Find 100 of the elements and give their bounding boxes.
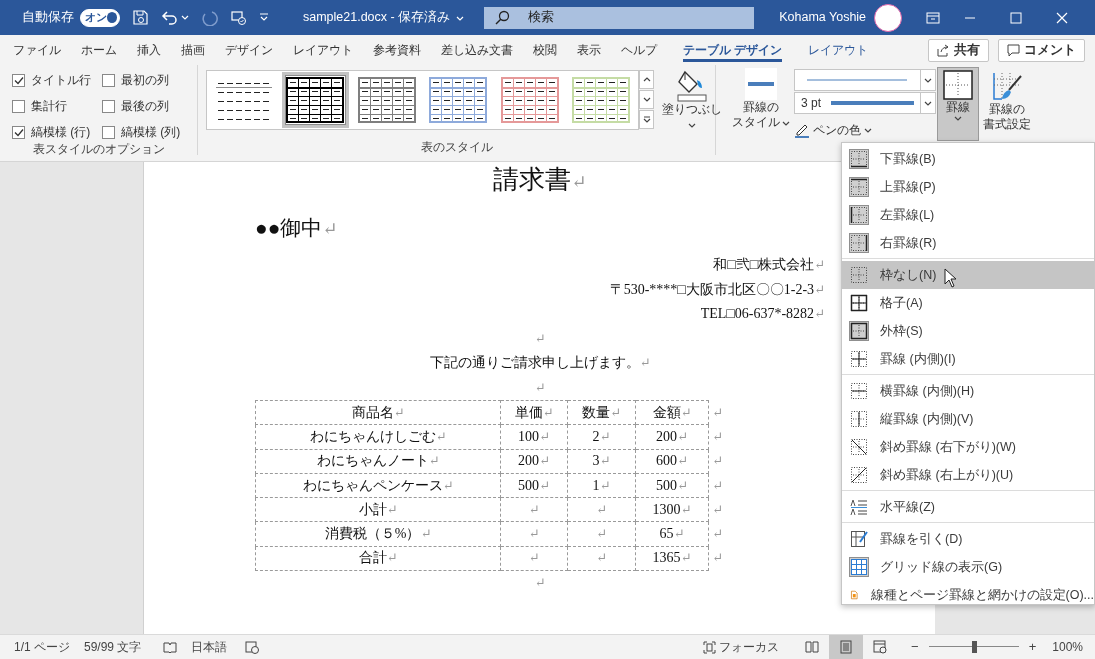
ribbon-tab[interactable]: ヘルプ — [611, 38, 667, 62]
ribbon-tab[interactable]: テーブル デザイン — [673, 38, 793, 62]
cell-end-mark: ↵ — [428, 453, 440, 469]
cell-text: 小計 — [358, 501, 387, 517]
checkbox[interactable] — [12, 99, 25, 113]
cell-text: 1 — [592, 477, 600, 493]
ribbon-display-options-icon[interactable] — [926, 11, 941, 24]
cell-text: わにちゃんけしごむ — [309, 428, 436, 444]
ribbon-tab[interactable]: デザイン — [215, 38, 283, 62]
ribbon-tab[interactable]: 描画 — [171, 38, 215, 62]
checkbox[interactable] — [102, 73, 115, 87]
cell-end-mark: ↵ — [599, 453, 611, 469]
menu-item[interactable]: 罫線 (内側)(I) — [842, 345, 1094, 373]
zoom-slider[interactable] — [928, 640, 1019, 654]
ribbon-tab[interactable]: ファイル — [3, 38, 71, 62]
menu-item[interactable]: 上罫線(P) — [842, 173, 1094, 201]
menu-item[interactable]: 左罫線(L) — [842, 201, 1094, 229]
paragraph-mark: ↵ — [571, 172, 587, 192]
menu-item[interactable]: 横罫線 (内側)(H) — [842, 377, 1094, 405]
checkbox[interactable] — [12, 125, 25, 139]
paragraph-mark: ↵ — [814, 257, 825, 272]
close-icon[interactable] — [1056, 11, 1069, 24]
menu-item[interactable]: 罫線を引く(D) — [842, 525, 1094, 553]
menu-item[interactable]: 格子(A) — [842, 289, 1094, 317]
paragraph-text: 下記の通りご請求申し上げます。 — [429, 355, 640, 370]
save-icon[interactable] — [132, 9, 149, 26]
pen-color-button[interactable]: ペンの色 — [794, 121, 936, 139]
menu-item[interactable]: グリッド線の表示(G) — [842, 553, 1094, 581]
proofing-icon[interactable] — [163, 640, 178, 654]
focus-button[interactable]: フォーカス — [699, 638, 784, 656]
zoom-out-button[interactable]: − — [907, 637, 923, 657]
zoom-percentage[interactable]: 100% — [1052, 638, 1083, 656]
menu-item[interactable]: 外枠(S) — [842, 317, 1094, 345]
line-weight-dropdown[interactable]: 3 pt — [794, 92, 936, 114]
checkbox[interactable] — [12, 73, 25, 87]
zoom-slider-thumb[interactable] — [971, 641, 977, 653]
check-icon — [13, 75, 24, 85]
cell-text: わにちゃんペンケース — [302, 477, 443, 493]
customize-menu-icon[interactable] — [259, 13, 269, 22]
menu-item[interactable]: 枠なし(N) — [842, 261, 1094, 289]
ribbon-tab[interactable]: レイアウト — [283, 38, 363, 62]
checkbox[interactable] — [102, 99, 115, 113]
undo-icon[interactable] — [161, 9, 178, 26]
menu-item[interactable]: 下罫線(B) — [842, 145, 1094, 173]
ribbon-tab[interactable]: 校閲 — [523, 38, 567, 62]
cell-text: 65 — [659, 526, 674, 542]
comment-button[interactable]: コメント — [998, 38, 1085, 62]
touch-mode-icon[interactable] — [230, 9, 247, 26]
document-title-button[interactable]: sample21.docx - 保存済み — [303, 8, 465, 27]
ribbon-tab[interactable]: レイアウト — [798, 38, 879, 62]
menu-item[interactable]: 右罫線(R) — [842, 229, 1094, 257]
caret-icon — [864, 127, 872, 133]
border-styles-button[interactable]: 罫線の スタイル — [728, 65, 794, 141]
cell-text: 商品名 — [351, 404, 394, 420]
scroll-down-icon[interactable] — [642, 96, 651, 103]
paragraph-mark: ↵ — [534, 575, 546, 591]
user-avatar[interactable] — [874, 3, 903, 32]
menu-item[interactable]: 縦罫線 (内側)(V) — [842, 405, 1094, 433]
ribbon-tab[interactable]: 差し込み文書 — [431, 38, 523, 62]
expand-gallery-icon[interactable] — [642, 116, 651, 123]
row-end-mark: ↵ — [712, 550, 723, 566]
scroll-up-icon[interactable] — [642, 76, 651, 83]
menu-item[interactable]: 線種とページ罫線と網かけの設定(O)... — [842, 581, 1094, 609]
page-indicator[interactable]: 1/1 ページ — [14, 638, 70, 656]
cell-text: 200 — [656, 428, 678, 444]
border-painter-button[interactable]: 罫線の 書式設定 — [979, 67, 1035, 141]
row-end-mark: ↵ — [712, 501, 723, 517]
share-button[interactable]: 共有 — [928, 38, 989, 62]
menu-item[interactable]: 斜め罫線 (右下がり)(W) — [842, 433, 1094, 461]
menu-item[interactable]: 水平線(Z) — [842, 493, 1094, 521]
ribbon-tab[interactable]: 参考資料 — [363, 38, 431, 62]
view-button[interactable] — [829, 635, 864, 659]
cell-end-mark: ↵ — [596, 501, 607, 517]
shading-button[interactable]: 塗りつぶし — [658, 65, 726, 139]
checkbox-label: 縞模様 (行) — [31, 124, 91, 141]
checkbox-label: 縞模様 (列) — [121, 124, 181, 141]
borders-button[interactable]: 罫線 — [937, 67, 979, 141]
cell-end-mark: ↵ — [610, 404, 621, 420]
row-end-mark: ↵ — [712, 404, 723, 420]
menu-item[interactable]: 斜め罫線 (右上がり)(U) — [842, 461, 1094, 489]
search-field[interactable]: 検索 — [484, 6, 755, 29]
ribbon-tab[interactable]: 挿入 — [127, 38, 171, 62]
ribbon-tab[interactable]: 表示 — [567, 38, 611, 62]
caret-icon[interactable] — [181, 14, 189, 21]
zoom-in-button[interactable]: + — [1024, 637, 1041, 657]
checkbox[interactable] — [102, 125, 115, 139]
maximize-icon[interactable] — [1010, 11, 1023, 24]
autosave-label: 自動保存 — [22, 9, 74, 27]
addressee: ●●御中 — [255, 216, 323, 240]
cell-end-mark: ↵ — [539, 428, 550, 444]
checkbox-label: 最後の列 — [121, 98, 169, 115]
cell-text: 500 — [518, 477, 540, 493]
autosave-toggle[interactable]: オン — [80, 8, 120, 27]
cell-end-mark: ↵ — [528, 501, 540, 517]
word-count[interactable]: 59/99 文字 — [84, 638, 142, 656]
macro-recording-icon[interactable] — [245, 640, 260, 654]
cell-text: 単価 — [514, 404, 543, 420]
caret-icon — [456, 14, 465, 21]
language-indicator[interactable]: 日本語 — [191, 638, 228, 656]
ribbon-tab[interactable]: ホーム — [71, 38, 127, 62]
